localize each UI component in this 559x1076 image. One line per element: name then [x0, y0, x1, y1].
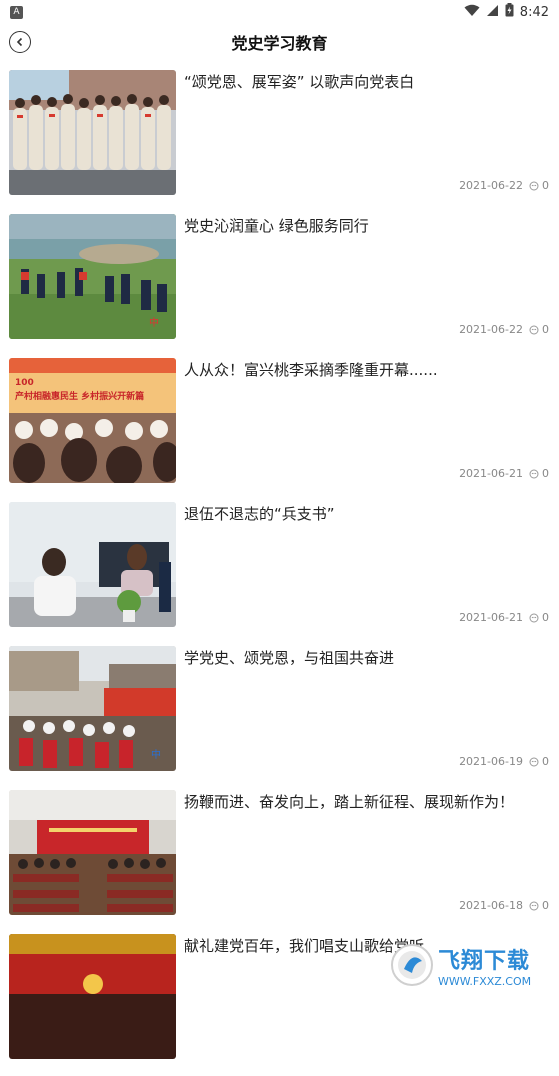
article-title[interactable]: 党史沁润童心 绿色服务同行	[184, 216, 550, 236]
article-item[interactable]: 100 产村相融惠民生 乡村振兴开新篇 人从众！富兴桃李采摘季隆重开幕.....…	[0, 356, 559, 500]
article-thumbnail[interactable]	[9, 934, 176, 1059]
svg-text:中: 中	[151, 748, 161, 761]
comment-count: 0	[529, 755, 549, 768]
comment-icon	[529, 613, 539, 622]
watermark-title: 飞翔下载	[438, 948, 531, 974]
article-meta: 2021-06-22 0	[459, 179, 549, 192]
app-notification-icon: A	[10, 5, 23, 19]
article-date: 2021-06-19	[459, 755, 523, 768]
thumb-banner-logo: 100	[15, 378, 34, 388]
article-meta: 2021-06-19 0	[459, 755, 549, 768]
comment-count: 0	[529, 899, 549, 912]
comment-count-value: 0	[542, 611, 549, 624]
battery-icon	[505, 3, 514, 21]
status-left: A	[10, 5, 23, 19]
article-thumbnail[interactable]	[9, 790, 176, 915]
comment-count: 0	[529, 323, 549, 336]
article-title[interactable]: 人从众！富兴桃李采摘季隆重开幕......	[184, 360, 550, 380]
svg-text:中: 中	[149, 316, 159, 329]
watermark: 飞翔下载 WWW.FXXZ.COM	[390, 935, 550, 995]
article-item[interactable]: 中 学党史、颂党恩，与祖国共奋进 2021-06-19 0	[0, 644, 559, 788]
comment-count-value: 0	[542, 467, 549, 480]
page-title: 党史学习教育	[231, 34, 328, 53]
article-thumbnail[interactable]: 100 产村相融惠民生 乡村振兴开新篇	[9, 358, 176, 483]
article-thumbnail[interactable]	[9, 502, 176, 627]
article-date: 2021-06-18	[459, 899, 523, 912]
article-item[interactable]: 中 党史沁润童心 绿色服务同行 2021-06-22 0	[0, 212, 559, 356]
article-meta: 2021-06-18 0	[459, 899, 549, 912]
comment-icon	[529, 181, 539, 190]
article-thumbnail[interactable]: 中	[9, 646, 176, 771]
wifi-icon	[464, 4, 480, 21]
article-item[interactable]: 扬鞭而进、奋发向上，踏上新征程、展现新作为！ 2021-06-18 0	[0, 788, 559, 932]
comment-icon	[529, 325, 539, 334]
article-title[interactable]: “颂党恩、展军姿” 以歌声向党表白	[184, 72, 550, 92]
comment-count-value: 0	[542, 755, 549, 768]
comment-count-value: 0	[542, 899, 549, 912]
status-time: 8:42	[519, 4, 549, 20]
comment-count-value: 0	[542, 179, 549, 192]
article-list: “颂党恩、展军姿” 以歌声向党表白 2021-06-22 0 中 党史沁润童心 …	[0, 68, 559, 1076]
article-meta: 2021-06-21 0	[459, 467, 549, 480]
article-meta: 2021-06-21 0	[459, 611, 549, 624]
status-right: 8:42	[464, 3, 549, 21]
article-title[interactable]: 扬鞭而进、奋发向上，踏上新征程、展现新作为！	[184, 792, 550, 812]
thumb-banner-text: 产村相融惠民生 乡村振兴开新篇	[15, 390, 144, 402]
article-date: 2021-06-22	[459, 323, 523, 336]
watermark-url: WWW.FXXZ.COM	[438, 974, 532, 988]
article-item[interactable]: 退伍不退志的“兵支书” 2021-06-21 0	[0, 500, 559, 644]
article-date: 2021-06-22	[459, 179, 523, 192]
comment-count: 0	[529, 179, 549, 192]
article-thumbnail[interactable]	[9, 70, 176, 195]
article-date: 2021-06-21	[459, 611, 523, 624]
article-meta: 2021-06-22 0	[459, 323, 549, 336]
comment-count-value: 0	[542, 323, 549, 336]
article-thumbnail[interactable]: 中	[9, 214, 176, 339]
watermark-logo-icon	[391, 944, 433, 986]
comment-icon	[529, 757, 539, 766]
comment-icon	[529, 469, 539, 478]
article-title[interactable]: 退伍不退志的“兵支书”	[184, 504, 550, 524]
comment-count: 0	[529, 611, 549, 624]
app-header: 党史学习教育	[0, 24, 559, 62]
article-title[interactable]: 学党史、颂党恩，与祖国共奋进	[184, 648, 550, 668]
comment-icon	[529, 901, 539, 910]
status-bar: A 8:42	[0, 0, 559, 24]
comment-count: 0	[529, 467, 549, 480]
signal-icon	[486, 4, 499, 21]
watermark-text: 飞翔下载 WWW.FXXZ.COM	[438, 943, 531, 988]
article-date: 2021-06-21	[459, 467, 523, 480]
article-item[interactable]: “颂党恩、展军姿” 以歌声向党表白 2021-06-22 0	[0, 68, 559, 212]
